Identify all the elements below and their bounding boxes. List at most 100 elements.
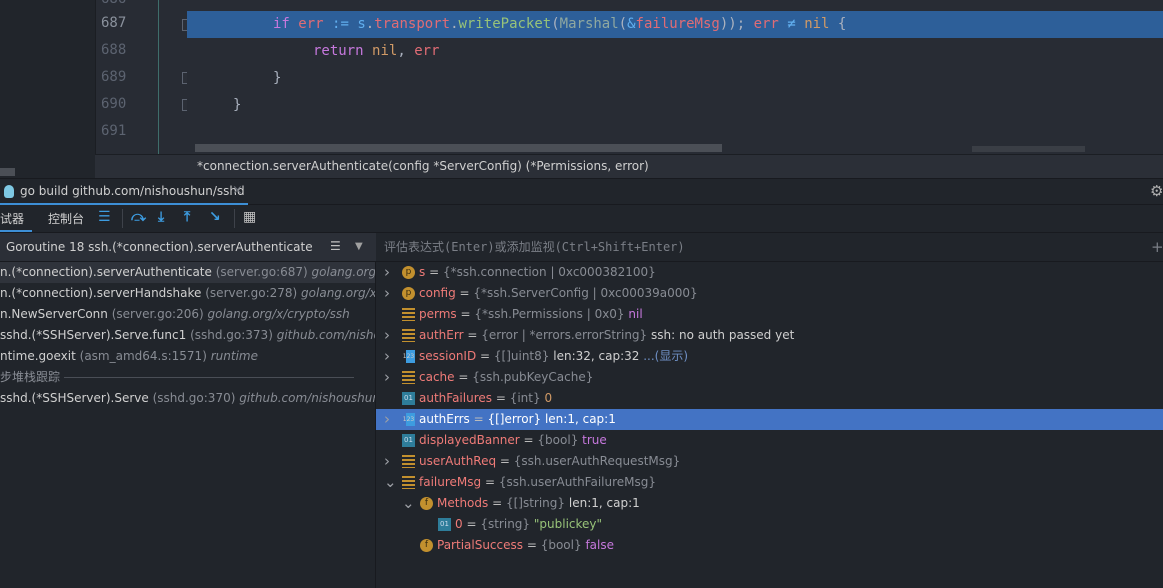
step-over-icon[interactable]: ⤼ (131, 209, 146, 225)
stack-frame[interactable]: sshd.(*SSHServer).Serve.func1 (sshd.go:3… (0, 325, 375, 346)
tab-underline (0, 230, 32, 232)
chevron-right-icon[interactable]: › (384, 451, 390, 472)
divider (234, 209, 235, 228)
variable-text: perms = {*ssh.Permissions | 0x0} nil (419, 307, 643, 321)
field-icon: f (420, 539, 433, 552)
horizontal-scrollbar[interactable] (195, 144, 722, 152)
variable-text: displayedBanner = {bool} true (419, 433, 607, 447)
variable-row[interactable]: 01 authFailures = {int} 0 (376, 388, 1163, 409)
primitive-icon: 01 (402, 392, 415, 405)
divider (122, 209, 123, 228)
goroutine-label: Goroutine 18 ssh.(*connection).serverAut… (6, 240, 313, 254)
step-into-icon[interactable]: ⤓ (158, 209, 164, 225)
variable-text: s = {*ssh.connection | 0xc000382100} (419, 265, 656, 279)
breadcrumb[interactable]: *connection.serverAuthenticate(config *S… (95, 154, 1163, 178)
chevron-right-icon[interactable]: › (384, 262, 390, 283)
run-tab[interactable]: go build github.com/nishoushun/sshd × (0, 179, 248, 205)
chevron-right-icon[interactable]: › (384, 325, 390, 346)
filter-icon[interactable]: ☰ (330, 239, 341, 253)
struct-icon (402, 371, 415, 384)
chevron-right-icon[interactable]: › (384, 346, 390, 367)
scrollbar[interactable] (0, 168, 15, 176)
code-line: } (233, 97, 242, 113)
show-link[interactable]: ...(显示) (643, 349, 688, 363)
chevron-right-icon[interactable]: › (384, 283, 390, 304)
variable-row[interactable]: ⌄ f Methods = {[]string} len:1, cap:1 (376, 493, 1163, 514)
breadcrumb-text: *connection.serverAuthenticate(config *S… (197, 159, 649, 173)
stack-frame[interactable]: n.(*connection).serverAuthenticate (serv… (0, 262, 375, 283)
list-icon[interactable]: ☰ (98, 209, 111, 225)
struct-icon (402, 476, 415, 489)
primitive-icon: 01 (402, 434, 415, 447)
variable-row[interactable]: f PartialSuccess = {bool} false (376, 535, 1163, 556)
variable-text: failureMsg = {ssh.userAuthFailureMsg} (419, 475, 657, 489)
chevron-right-icon[interactable]: › (384, 367, 390, 388)
field-icon: f (420, 497, 433, 510)
variable-row[interactable]: 01 0 = {string} "publickey" (376, 514, 1163, 535)
variable-text: config = {*ssh.ServerConfig | 0xc00039a0… (419, 286, 698, 300)
tab-debugger[interactable]: 试器 (0, 210, 24, 227)
scrollbar-thumb[interactable] (972, 146, 1085, 152)
line-number: 687 (101, 15, 127, 31)
code-line: return nil, err (313, 43, 440, 59)
stack-frame[interactable]: n.(*connection).serverHandshake (server.… (0, 283, 375, 304)
variable-row[interactable]: 01 displayedBanner = {bool} true (376, 430, 1163, 451)
variable-row[interactable]: › p s = {*ssh.connection | 0xc000382100} (376, 262, 1163, 283)
variable-row[interactable]: › authErr = {error | *errors.errorString}… (376, 325, 1163, 346)
struct-icon (402, 329, 415, 342)
run-to-cursor-icon[interactable]: ↘ (209, 209, 221, 225)
variable-text: authErrs = {[]error} len:1, cap:1 (419, 412, 616, 426)
line-gutter: 686 687 688 689 690 691 (95, 0, 191, 154)
variable-text: PartialSuccess = {bool} false (437, 538, 614, 552)
run-tab-bar: go build github.com/nishoushun/sshd × ⚙ (0, 178, 1163, 205)
chevron-down-icon[interactable]: ⌄ (384, 472, 397, 493)
gutter-divider (158, 0, 159, 154)
async-stack-separator: 步堆栈跟踪 (0, 367, 375, 388)
code-line-highlighted: if err := s.transport.writePacket(Marsha… (187, 11, 1163, 38)
stack-frame[interactable]: n.NewServerConn (server.go:206) golang.o… (0, 304, 375, 325)
line-number: 691 (101, 123, 127, 139)
code-editor[interactable]: if err := s.transport.writePacket(Marsha… (187, 0, 1163, 154)
variable-row[interactable]: › p config = {*ssh.ServerConfig | 0xc00039… (376, 283, 1163, 304)
gopher-icon (4, 185, 14, 198)
parameter-icon: p (402, 266, 415, 279)
left-panel (0, 0, 95, 178)
stack-frames-list: n.(*connection).serverAuthenticate (serv… (0, 262, 376, 588)
variable-row[interactable]: › cache = {ssh.pubKeyCache} (376, 367, 1163, 388)
variable-text: authErr = {error | *errors.errorString} … (419, 328, 795, 342)
close-icon[interactable]: × (232, 183, 243, 198)
step-out-icon[interactable]: ⤒ (184, 209, 190, 225)
variables-tree: › p s = {*ssh.connection | 0xc000382100} › p… (376, 262, 1163, 588)
chevron-down-icon[interactable]: ⌄ (402, 493, 415, 514)
evaluate-expression-bar: + (376, 233, 1163, 262)
variable-row[interactable]: › userAuthReq = {ssh.userAuthRequestMsg} (376, 451, 1163, 472)
line-number: 688 (101, 42, 127, 58)
variable-row[interactable]: › 123 sessionID = {[]uint8} len:32, cap:32… (376, 346, 1163, 367)
line-number: 686 (101, 0, 126, 7)
variable-text: cache = {ssh.pubKeyCache} (419, 370, 594, 384)
line-number: 689 (101, 69, 127, 85)
debug-toolbar: 试器 控制台 ☰ ⤼ ⤓ ⤒ ↘ ▦ (0, 205, 1163, 233)
parameter-icon: p (402, 287, 415, 300)
struct-icon (402, 308, 415, 321)
stack-frame[interactable]: ntime.goexit (asm_amd64.s:1571) runtime (0, 346, 375, 367)
variable-text: sessionID = {[]uint8} len:32, cap:32 ...… (419, 349, 689, 363)
evaluate-expression-input[interactable] (376, 233, 1146, 261)
tab-console[interactable]: 控制台 (48, 210, 84, 227)
variable-row[interactable]: ⌄ failureMsg = {ssh.userAuthFailureMsg} (376, 472, 1163, 493)
calculator-icon[interactable]: ▦ (243, 209, 256, 225)
variable-text: Methods = {[]string} len:1, cap:1 (437, 496, 640, 510)
chevron-down-icon[interactable]: ▼ (355, 241, 363, 252)
variable-text: userAuthReq = {ssh.userAuthRequestMsg} (419, 454, 681, 468)
struct-icon (402, 455, 415, 468)
gear-icon[interactable]: ⚙ (1150, 182, 1163, 200)
line-number: 690 (101, 96, 127, 112)
stack-frame[interactable]: sshd.(*SSHServer).Serve (sshd.go:370) gi… (0, 388, 375, 409)
variable-row[interactable]: perms = {*ssh.Permissions | 0x0} nil (376, 304, 1163, 325)
goroutine-selector[interactable]: Goroutine 18 ssh.(*connection).serverAut… (0, 233, 376, 262)
add-watch-icon[interactable]: + (1151, 238, 1163, 256)
variable-text: authFailures = {int} 0 (419, 391, 553, 405)
variable-row[interactable]: › 123 authErrs = {[]error} len:1, cap:1 (376, 409, 1163, 430)
chevron-right-icon[interactable]: › (384, 409, 390, 430)
primitive-icon: 01 (438, 518, 451, 531)
